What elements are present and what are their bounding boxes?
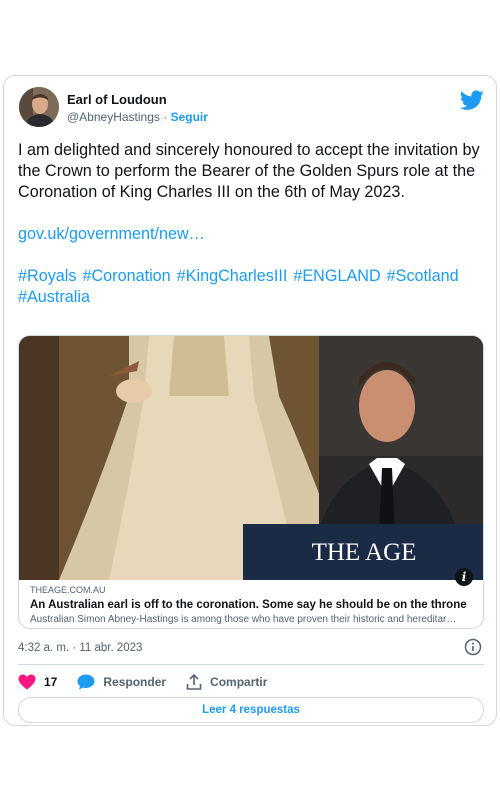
article-image: THE AGE bbox=[19, 336, 483, 580]
masthead-text: THE AGE bbox=[312, 539, 417, 566]
like-count: 17 bbox=[44, 675, 58, 689]
twitter-bird-icon[interactable] bbox=[460, 88, 484, 112]
author-handle-row: @AbneyHastings · Seguir bbox=[67, 110, 208, 124]
hashtag[interactable]: #KingCharlesIII bbox=[177, 267, 288, 285]
hashtag[interactable]: #ENGLAND bbox=[293, 267, 380, 285]
author-name[interactable]: Earl of Loudoun bbox=[67, 92, 167, 107]
info-button[interactable]: i bbox=[455, 568, 473, 586]
heart-icon bbox=[18, 674, 36, 690]
hashtag[interactable]: #Royals bbox=[18, 267, 76, 285]
separator: · bbox=[163, 110, 168, 124]
hashtag[interactable]: #Australia bbox=[18, 288, 90, 306]
reply-label: Responder bbox=[103, 675, 167, 689]
link-description: Australian Simon Abney-Hastings is among… bbox=[30, 614, 457, 625]
info-icon[interactable] bbox=[464, 638, 482, 656]
reply-bubble-icon bbox=[77, 674, 95, 690]
like-button[interactable]: 17 bbox=[18, 674, 57, 690]
share-label: Compartir bbox=[210, 675, 268, 689]
link-preview-card[interactable]: THE AGE i THEAGE.COM.AU An Australian ea… bbox=[18, 335, 484, 629]
author-handle[interactable]: @AbneyHastings bbox=[67, 110, 160, 124]
link-domain: THEAGE.COM.AU bbox=[30, 585, 106, 595]
avatar[interactable] bbox=[19, 87, 59, 127]
avatar-image bbox=[19, 87, 59, 127]
hashtags: #Royals #Coronation #KingCharlesIII #ENGLAN… bbox=[18, 266, 480, 308]
share-icon bbox=[186, 674, 202, 690]
action-bar: 17 Responder Compartir bbox=[18, 672, 287, 692]
tweet-text: I am delighted and sincerely honoured to… bbox=[18, 141, 480, 201]
read-replies-button[interactable]: Leer 4 respuestas bbox=[18, 697, 484, 723]
tweet-link[interactable]: gov.uk/government/new… bbox=[18, 225, 205, 243]
share-button[interactable]: Compartir bbox=[186, 674, 267, 690]
hashtag[interactable]: #Coronation bbox=[82, 267, 170, 285]
link-meta: THEAGE.COM.AU An Australian earl is off … bbox=[30, 585, 475, 625]
follow-button[interactable]: Seguir bbox=[171, 110, 208, 124]
tweet-card: Earl of Loudoun @AbneyHastings · Seguir … bbox=[3, 75, 497, 726]
reply-button[interactable]: Responder bbox=[77, 674, 166, 690]
hashtag[interactable]: #Scotland bbox=[387, 267, 459, 285]
timestamp[interactable]: 4:32 a. m. · 11 abr. 2023 bbox=[18, 642, 142, 654]
divider bbox=[18, 664, 484, 665]
link-title: An Australian earl is off to the coronat… bbox=[30, 599, 467, 611]
tweet-body: I am delighted and sincerely honoured to… bbox=[18, 140, 480, 308]
